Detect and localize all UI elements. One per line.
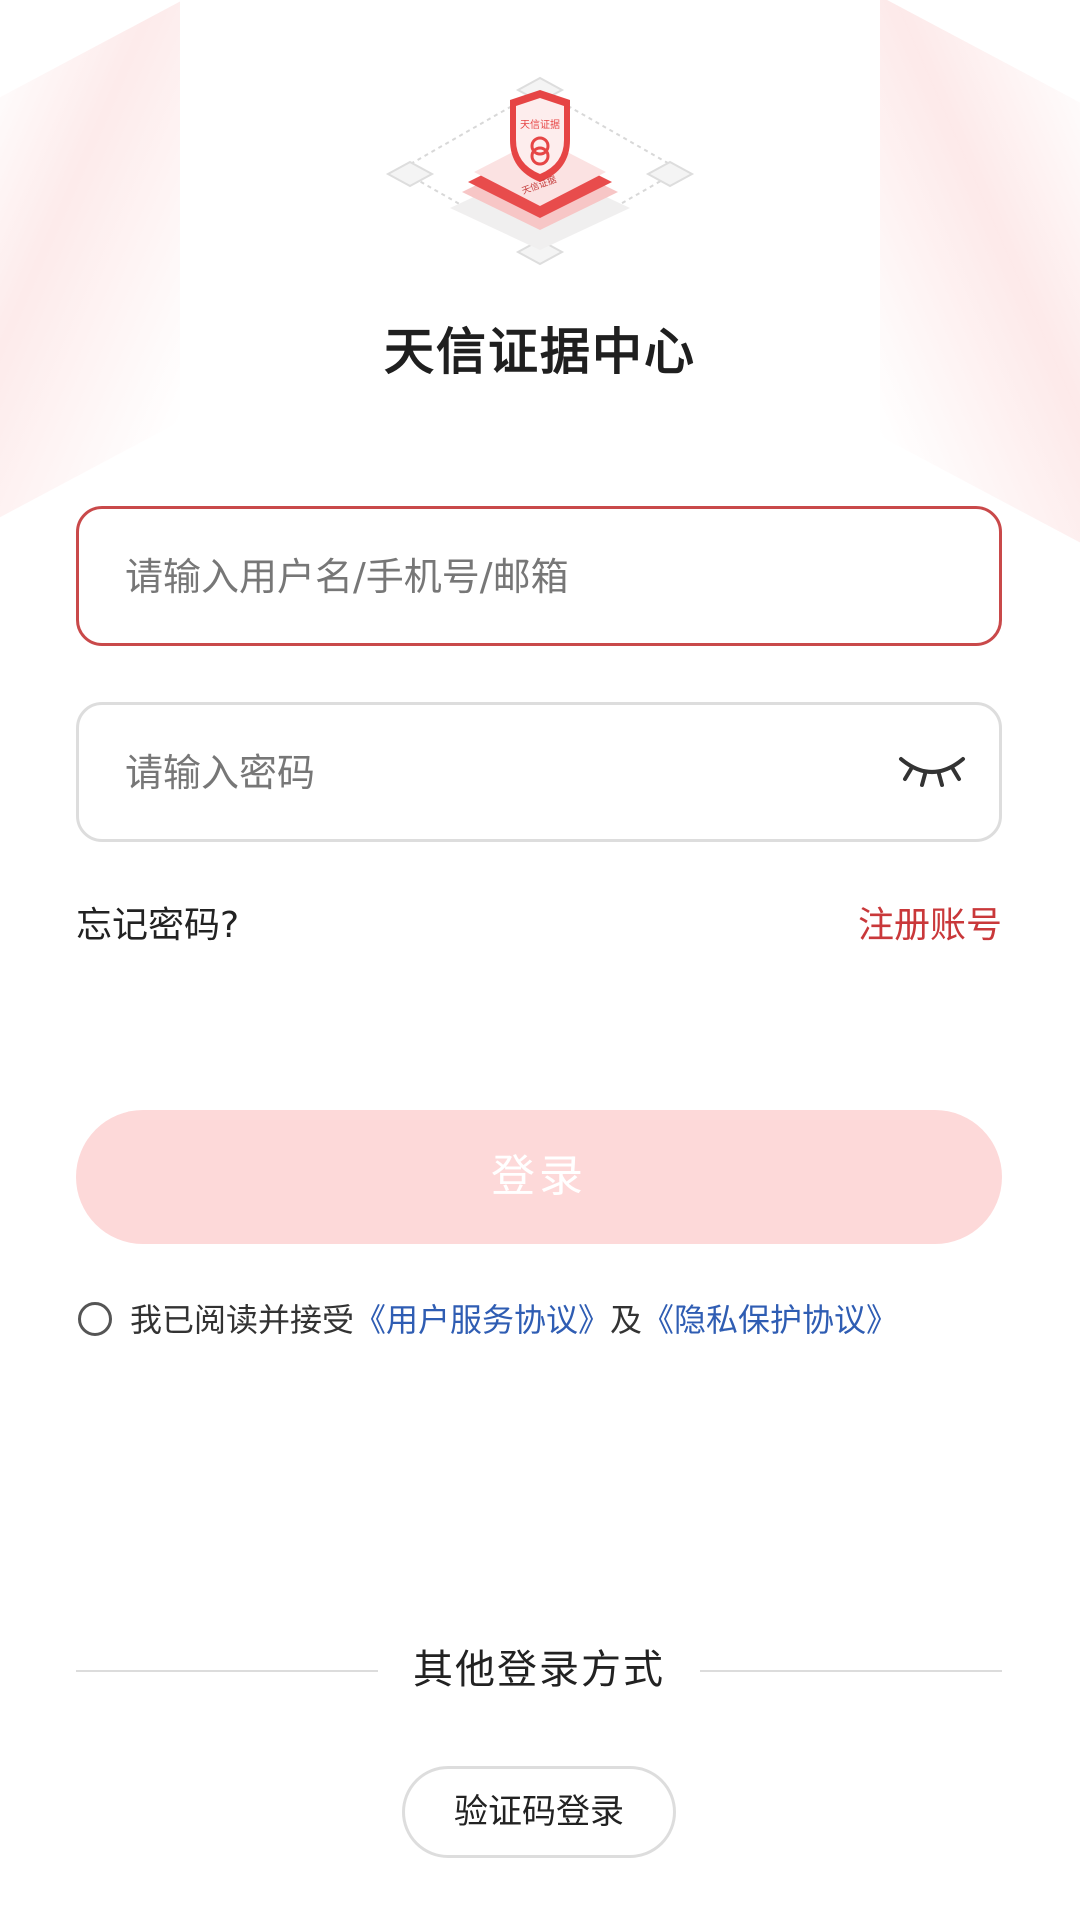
background-decoration-left [0, 1, 180, 539]
password-input[interactable] [123, 705, 887, 841]
shield-text: 天信证据 [520, 118, 560, 131]
agreement-checkbox[interactable] [78, 1302, 112, 1336]
page-title: 天信证据中心 [384, 323, 696, 381]
eye-closed-icon[interactable] [897, 749, 967, 795]
user-agreement-link[interactable]: 《用户服务协议》 [354, 1301, 610, 1339]
username-input[interactable] [123, 509, 887, 645]
privacy-agreement-link[interactable]: 《隐私保护协议》 [642, 1301, 898, 1339]
divider-line-right [700, 1670, 1002, 1672]
agreement-prefix: 我已阅读并接受 [130, 1301, 355, 1339]
login-button[interactable]: 登录 [76, 1110, 1002, 1244]
app-logo: 天信证据 天信证据 [380, 70, 700, 290]
register-link[interactable]: 注册账号 [858, 896, 1002, 948]
agreement-conjunction: 及 [610, 1301, 643, 1339]
other-login-divider: 其他登录方式 [76, 1640, 1002, 1700]
agreement-text: 我已阅读并接受《用户服务协议》及《隐私保护协议》 [130, 1298, 898, 1342]
password-field[interactable] [76, 702, 1002, 842]
forgot-password-link[interactable]: 忘记密码? [76, 896, 239, 948]
username-field[interactable] [76, 506, 1002, 646]
sms-login-button[interactable]: 验证码登录 [402, 1766, 676, 1858]
background-decoration-right [880, 0, 1080, 564]
agreement-row: 我已阅读并接受《用户服务协议》及《隐私保护协议》 [76, 1298, 1036, 1348]
auth-links-row: 忘记密码? 注册账号 [76, 896, 1002, 952]
